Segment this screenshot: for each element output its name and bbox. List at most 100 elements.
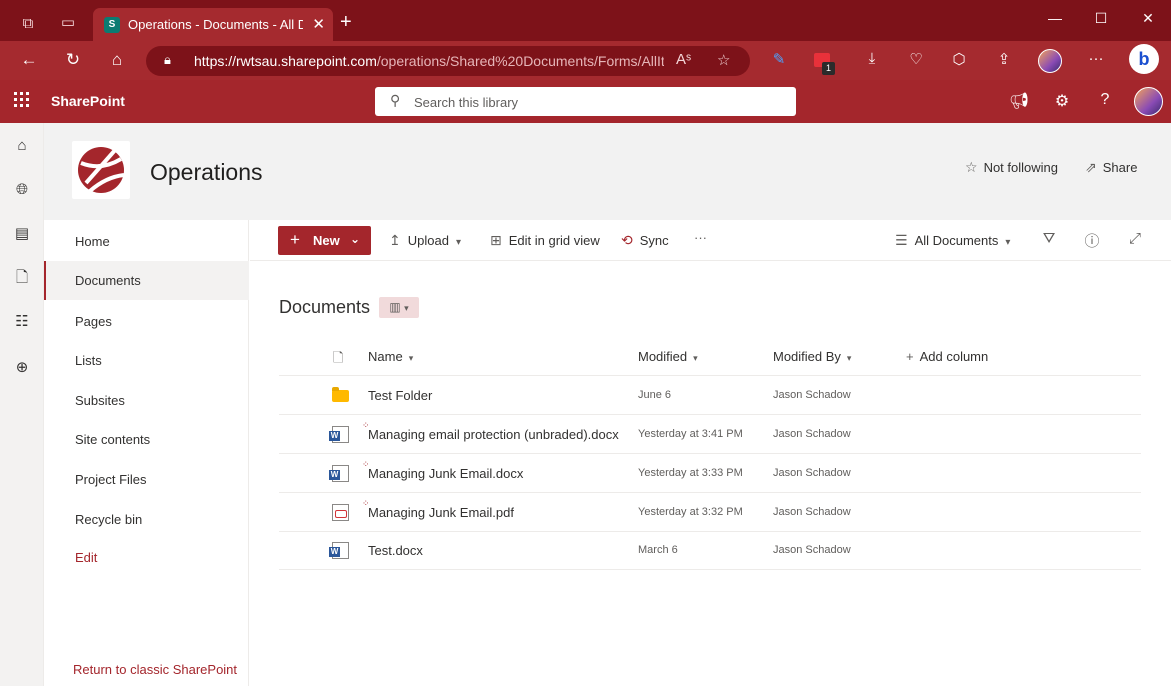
more-commands-button[interactable]: ···: [694, 230, 707, 245]
help-icon[interactable]: ?: [1094, 91, 1116, 109]
new-button[interactable]: + New ⌄: [278, 226, 371, 255]
return-to-classic-link[interactable]: Return to classic SharePoint: [73, 662, 237, 677]
file-name[interactable]: Managing email protection (unbraded).doc…: [368, 427, 619, 442]
search-icon: ⚲: [390, 92, 401, 108]
lists-icon[interactable]: ☷: [11, 311, 33, 333]
library-search-input[interactable]: [414, 92, 774, 112]
table-row[interactable]: Test.docx March 6 Jason Schadow: [279, 531, 1141, 570]
site-logo[interactable]: [72, 141, 130, 199]
tab-title: Operations - Documents - All Documents: [128, 17, 303, 32]
browser-tab-active[interactable]: S Operations - Documents - All Documents…: [93, 8, 333, 41]
window-close-icon[interactable]: ✕: [1138, 10, 1158, 27]
table-row[interactable]: Test Folder June 6 Jason Schadow: [279, 376, 1141, 415]
nav-item-project-files[interactable]: Project Files: [44, 460, 249, 499]
tab-actions-icon[interactable]: ▭: [56, 13, 80, 35]
back-arrow-icon[interactable]: ←: [18, 50, 40, 70]
address-url[interactable]: https://rwtsau.sharepoint.com/operations…: [194, 53, 664, 69]
downloads-icon[interactable]: ⤓: [861, 50, 883, 72]
home-icon[interactable]: ⌂: [11, 135, 33, 157]
gear-settings-icon[interactable]: ⚙: [1051, 91, 1073, 111]
file-modified-by[interactable]: Jason Schadow: [773, 428, 851, 440]
nav-item-recycle-bin[interactable]: Recycle bin: [44, 500, 249, 539]
column-header-modified-by[interactable]: Modified By ▾: [773, 349, 851, 364]
browser-profile-avatar[interactable]: [1038, 49, 1062, 73]
app-bar: ⌂ 🌐︎ ▤ 🗋 ☷ ⊕: [0, 123, 44, 686]
browser-tab-bar: ⧉ ▭ S Operations - Documents - All Docum…: [0, 0, 1171, 41]
home-icon[interactable]: ⌂: [106, 50, 128, 70]
favorite-star-icon[interactable]: ☆: [717, 51, 730, 69]
extension-badge: 1: [822, 62, 835, 75]
nav-item-subsites[interactable]: Subsites: [44, 381, 249, 420]
site-left-nav: Home Documents Pages Lists Subsites Site…: [44, 220, 249, 686]
share-page-icon[interactable]: ⇪: [993, 50, 1015, 72]
add-column-button[interactable]: + Add column: [906, 349, 988, 364]
file-name[interactable]: Managing Junk Email.docx: [368, 466, 523, 481]
file-type-column-icon[interactable]: 🗋: [333, 349, 343, 371]
file-name[interactable]: Test Folder: [368, 388, 432, 403]
workspaces-icon[interactable]: ⧉: [16, 14, 40, 36]
new-tab-icon[interactable]: +: [340, 12, 352, 32]
extensions-puzzle-icon[interactable]: ⬡: [948, 50, 970, 72]
file-name[interactable]: Test.docx: [368, 543, 423, 558]
command-bar: + New ⌄ ↥ Upload ▾ ⊞ Edit in grid view ⟲ Syn…: [250, 220, 1171, 261]
read-aloud-icon[interactable]: A͏ˢ: [676, 51, 691, 68]
nav-item-site-contents[interactable]: Site contents: [44, 420, 249, 459]
nav-edit-link[interactable]: Edit: [44, 538, 249, 577]
nav-item-lists[interactable]: Lists: [44, 341, 249, 380]
column-header-name[interactable]: Name ▾: [368, 349, 413, 364]
share-button[interactable]: ⇗ Share: [1085, 159, 1137, 176]
view-selector[interactable]: ☰ All Documents ▾: [895, 232, 1010, 249]
nav-item-documents[interactable]: Documents: [44, 261, 249, 300]
create-add-icon[interactable]: ⊕: [11, 357, 33, 379]
plus-icon: +: [290, 230, 300, 249]
news-icon[interactable]: ▤: [11, 223, 33, 245]
upload-arrow-icon: ↥: [389, 232, 401, 248]
file-name[interactable]: Managing Junk Email.pdf: [368, 505, 514, 520]
upload-button[interactable]: ↥ Upload ▾: [389, 232, 461, 249]
tab-close-icon[interactable]: ✕: [312, 15, 325, 33]
settings-more-icon[interactable]: ···: [1085, 50, 1107, 72]
app-launcher-waffle-icon[interactable]: [14, 92, 30, 108]
chevron-down-icon: ▾: [693, 353, 698, 363]
file-modified-by[interactable]: Jason Schadow: [773, 544, 851, 556]
sharepoint-favicon-icon: S: [104, 17, 120, 33]
minimize-icon[interactable]: —: [1045, 10, 1065, 26]
file-modified: Yesterday at 3:32 PM: [638, 506, 743, 518]
star-icon: ☆: [965, 159, 978, 175]
table-row[interactable]: ⁘ Managing Junk Email.docx Yesterday at …: [279, 454, 1141, 493]
expand-fullscreen-icon[interactable]: ⤢: [1124, 230, 1146, 247]
info-icon[interactable]: ⓘ: [1081, 230, 1103, 251]
files-icon[interactable]: 🗋: [11, 267, 33, 289]
file-modified: March 6: [638, 544, 678, 556]
table-row[interactable]: ⁘ Managing Junk Email.pdf Yesterday at 3…: [279, 493, 1141, 532]
sharepoint-brand-link[interactable]: SharePoint: [51, 93, 125, 109]
nav-item-pages[interactable]: Pages: [44, 302, 249, 341]
nav-item-home[interactable]: Home: [44, 222, 249, 261]
suite-bar: SharePoint ⚲ 📢︎ ⚙ ?: [0, 80, 1171, 123]
name-header-label: Name: [368, 349, 403, 364]
edit-grid-view-button[interactable]: ⊞ Edit in grid view: [490, 232, 600, 249]
site-title[interactable]: Operations: [150, 159, 263, 186]
file-modified: June 6: [638, 389, 672, 401]
extension-pen-icon[interactable]: ✎: [768, 50, 790, 72]
bing-copilot-icon[interactable]: b: [1129, 44, 1159, 74]
file-modified-by[interactable]: Jason Schadow: [773, 389, 851, 401]
refresh-icon[interactable]: ↻: [62, 50, 84, 70]
browser-essentials-icon[interactable]: ♡: [905, 50, 927, 72]
sync-button[interactable]: ⟲ Sync: [621, 232, 669, 249]
address-bar[interactable]: 🔒︎ https://rwtsau.sharepoint.com/operati…: [146, 46, 750, 76]
upload-label: Upload: [407, 233, 449, 248]
user-avatar[interactable]: [1134, 87, 1163, 116]
globe-sites-icon[interactable]: 🌐︎: [11, 179, 33, 201]
file-modified-by[interactable]: Jason Schadow: [773, 506, 851, 518]
column-header-modified[interactable]: Modified ▾: [638, 349, 698, 364]
file-modified-by[interactable]: Jason Schadow: [773, 467, 851, 479]
lock-icon[interactable]: 🔒︎: [164, 52, 171, 68]
filter-funnel-icon[interactable]: ⛛: [1038, 230, 1060, 247]
library-view-switch[interactable]: ▥ ▾: [379, 297, 419, 318]
table-row[interactable]: ⁘ Managing email protection (unbraded).d…: [279, 415, 1141, 454]
follow-button[interactable]: ☆ Not following: [965, 159, 1058, 176]
maximize-icon[interactable]: ☐: [1091, 10, 1111, 27]
chevron-down-icon: ▾: [408, 353, 414, 363]
feedback-megaphone-icon[interactable]: 📢︎: [1008, 91, 1030, 111]
